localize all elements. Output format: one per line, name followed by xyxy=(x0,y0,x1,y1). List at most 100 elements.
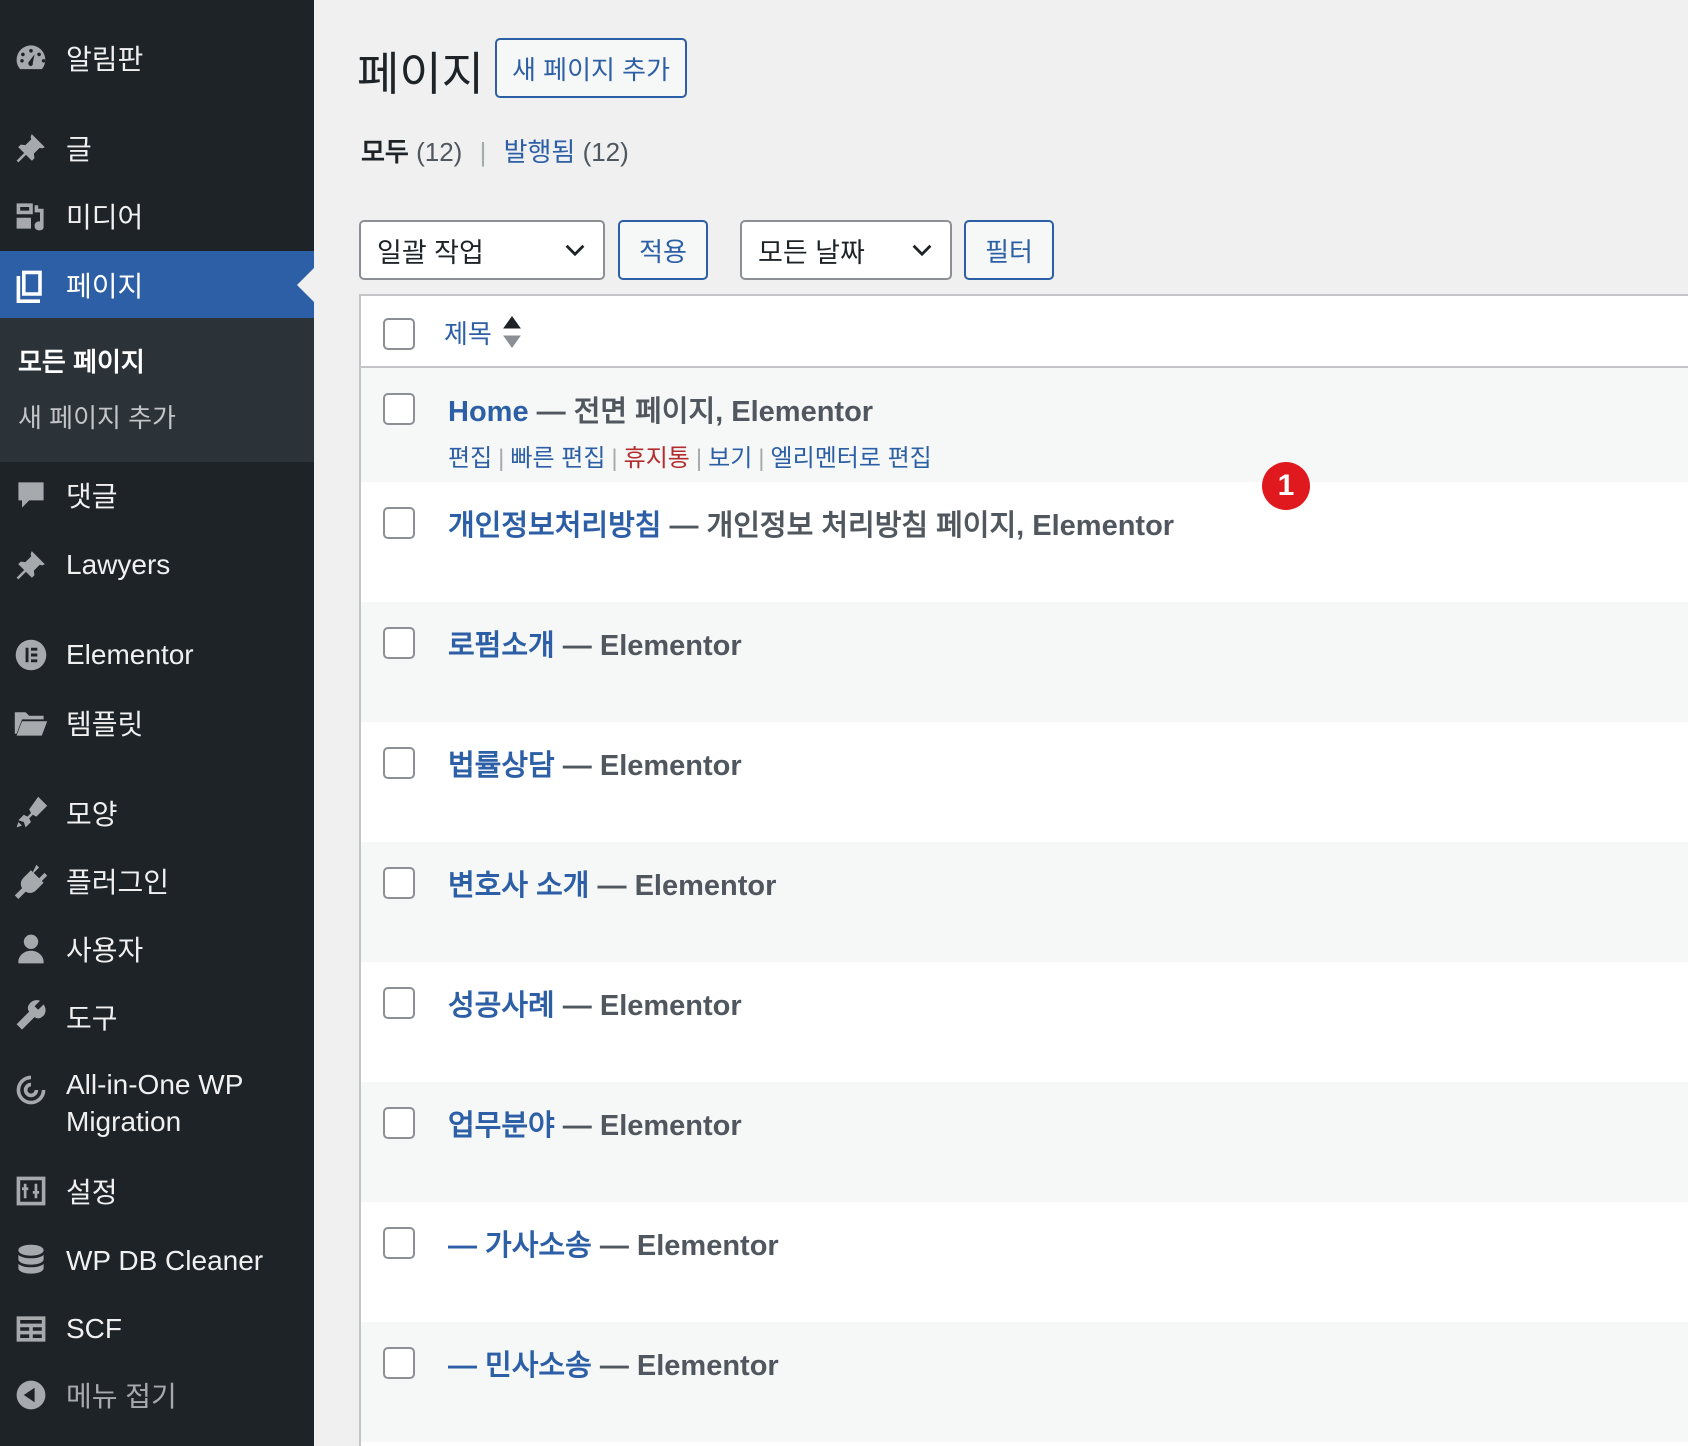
sidebar-item-posts[interactable]: 글 xyxy=(0,112,314,184)
table-icon xyxy=(11,1309,51,1349)
view-published-link[interactable]: 발행됨 xyxy=(504,137,576,167)
brush-icon xyxy=(11,793,51,833)
row-title-link[interactable]: — 민사소송 xyxy=(448,1350,592,1382)
pages-table: 제목 Home — 전면 페이지, Elementor 편집 | 빠른 편집 | 휴지통… xyxy=(359,294,1688,1446)
table-row: — 민사소송 — Elementor xyxy=(361,1322,1688,1442)
sidebar-item-label: 템플릿 xyxy=(66,709,144,740)
row-title-link[interactable]: 성공사례 xyxy=(448,990,555,1022)
dashboard-icon xyxy=(11,38,51,78)
sidebar-item-label: Elementor xyxy=(66,639,194,670)
row-title: — 가사소송 — Elementor xyxy=(448,1222,779,1264)
sidebar-item-label: WP DB Cleaner xyxy=(66,1245,264,1276)
pin-icon xyxy=(11,545,51,585)
sidebar-item-lawyers[interactable]: Lawyers xyxy=(0,532,314,598)
sidebar-item-pages[interactable]: 페이지 xyxy=(0,251,314,319)
sidebar-item-elementor[interactable]: Elementor xyxy=(0,622,314,688)
row-title-state: — 개인정보 처리방침 페이지, Elementor xyxy=(661,510,1175,542)
sidebar-item-wp-db-cleaner[interactable]: WP DB Cleaner xyxy=(0,1228,314,1294)
table-row: 변호사 소개 — Elementor xyxy=(361,842,1688,962)
pages-icon xyxy=(11,265,51,305)
row-title-link[interactable]: Home xyxy=(448,396,529,428)
row-title: 성공사례 — Elementor xyxy=(448,982,742,1024)
table-row: Home — 전면 페이지, Elementor 편집 | 빠른 편집 | 휴지통 | 보기… xyxy=(361,368,1688,482)
date-filter-value: 모든 날짜 xyxy=(758,237,865,268)
add-new-page-button[interactable]: 새 페이지 추가 xyxy=(495,38,687,98)
sidebar-item-label: All-in-One WP Migration xyxy=(66,1069,243,1137)
sidebar-item-label: 미디어 xyxy=(66,202,144,233)
table-row: 개인정보처리방침 — 개인정보 처리방침 페이지, Elementor xyxy=(361,482,1688,602)
edit-with-elementor-link[interactable]: 엘리멘터로 편집 xyxy=(771,445,932,472)
row-checkbox[interactable] xyxy=(383,507,415,539)
column-title-header[interactable]: 제목 xyxy=(444,314,492,351)
select-all-checkbox[interactable] xyxy=(383,318,415,350)
sidebar-item-comments[interactable]: 댓글 xyxy=(0,462,314,528)
table-row: — 가사소송 — Elementor xyxy=(361,1202,1688,1322)
admin-sidebar: 알림판 글 미디어 페이지 모든 페이지 새 페이지 추가 댓글 Lawyers… xyxy=(0,0,314,1446)
view-all-count: (12) xyxy=(416,137,463,167)
comment-icon xyxy=(11,475,51,515)
sidebar-item-dashboard[interactable]: 알림판 xyxy=(0,22,314,94)
view-all-link[interactable]: 모두 xyxy=(361,137,409,167)
sidebar-item-label: 댓글 xyxy=(66,481,118,512)
row-checkbox[interactable] xyxy=(383,867,415,899)
row-checkbox[interactable] xyxy=(383,987,415,1019)
row-checkbox[interactable] xyxy=(383,627,415,659)
action-separator: | xyxy=(611,445,618,472)
folder-icon xyxy=(11,703,51,743)
apply-button[interactable]: 적용 xyxy=(618,220,708,280)
row-title-link[interactable]: 변호사 소개 xyxy=(448,870,589,902)
submenu-add-new-page[interactable]: 새 페이지 추가 xyxy=(18,398,176,435)
sidebar-item-label: Lawyers xyxy=(66,549,171,580)
filter-button[interactable]: 필터 xyxy=(964,220,1054,280)
table-row: 로펌소개 — Elementor xyxy=(361,602,1688,722)
sidebar-item-media[interactable]: 미디어 xyxy=(0,180,314,252)
chevron-down-icon xyxy=(565,244,585,257)
submenu-all-pages[interactable]: 모든 페이지 xyxy=(18,342,145,379)
row-checkbox[interactable] xyxy=(383,393,415,425)
row-title-state: — Elementor xyxy=(554,990,742,1022)
user-icon xyxy=(11,929,51,969)
trash-link[interactable]: 휴지통 xyxy=(624,445,690,472)
sidebar-item-plugins[interactable]: 플러그인 xyxy=(0,848,314,914)
sidebar-item-all-in-one-migration[interactable]: All-in-One WP Migration xyxy=(0,1066,314,1140)
sort-icon[interactable] xyxy=(503,316,521,348)
plugin-icon xyxy=(11,861,51,901)
row-title-link[interactable]: 법률상담 xyxy=(448,750,555,782)
row-title: Home — 전면 페이지, Elementor xyxy=(448,388,873,430)
row-title-link[interactable]: 업무분야 xyxy=(448,1110,555,1142)
row-title-link[interactable]: 개인정보처리방침 xyxy=(448,510,661,542)
row-checkbox[interactable] xyxy=(383,747,415,779)
edit-link[interactable]: 편집 xyxy=(448,445,492,472)
row-title-state: — Elementor xyxy=(554,630,742,662)
sidebar-item-label: 모양 xyxy=(66,799,118,830)
database-icon xyxy=(11,1241,51,1281)
sidebar-item-tools[interactable]: 도구 xyxy=(0,984,314,1050)
row-title-state: — Elementor xyxy=(554,750,742,782)
table-row: 업무분야 — Elementor xyxy=(361,1082,1688,1202)
sidebar-item-users[interactable]: 사용자 xyxy=(0,916,314,982)
row-checkbox[interactable] xyxy=(383,1347,415,1379)
quick-edit-link[interactable]: 빠른 편집 xyxy=(510,445,605,472)
date-filter-select[interactable]: 모든 날짜 xyxy=(740,220,952,280)
sidebar-item-scf[interactable]: SCF xyxy=(0,1296,314,1362)
row-title: 개인정보처리방침 — 개인정보 처리방침 페이지, Elementor xyxy=(448,502,1174,544)
view-link[interactable]: 보기 xyxy=(708,445,752,472)
view-separator: | xyxy=(479,137,487,167)
row-checkbox[interactable] xyxy=(383,1107,415,1139)
sidebar-item-label: 페이지 xyxy=(66,271,144,302)
row-checkbox[interactable] xyxy=(383,1227,415,1259)
view-filters: 모두 (12) | 발행됨 (12) xyxy=(361,132,629,169)
sidebar-item-appearance[interactable]: 모양 xyxy=(0,780,314,846)
table-header: 제목 xyxy=(361,296,1688,368)
bulk-action-select[interactable]: 일괄 작업 xyxy=(359,220,605,280)
row-title-link[interactable]: — 가사소송 xyxy=(448,1230,592,1262)
action-separator: | xyxy=(695,445,703,472)
row-title-link[interactable]: 로펌소개 xyxy=(448,630,555,662)
sidebar-item-label: 알림판 xyxy=(66,44,144,75)
wrench-icon xyxy=(11,997,51,1037)
sidebar-item-templates[interactable]: 템플릿 xyxy=(0,690,314,756)
row-title: 로펌소개 — Elementor xyxy=(448,622,742,664)
sidebar-collapse-menu[interactable]: 메뉴 접기 xyxy=(0,1362,314,1428)
main-content: 페이지 새 페이지 추가 모두 (12) | 발행됨 (12) 일괄 작업 적용… xyxy=(314,0,1688,1446)
sidebar-item-settings[interactable]: 설정 xyxy=(0,1158,314,1224)
